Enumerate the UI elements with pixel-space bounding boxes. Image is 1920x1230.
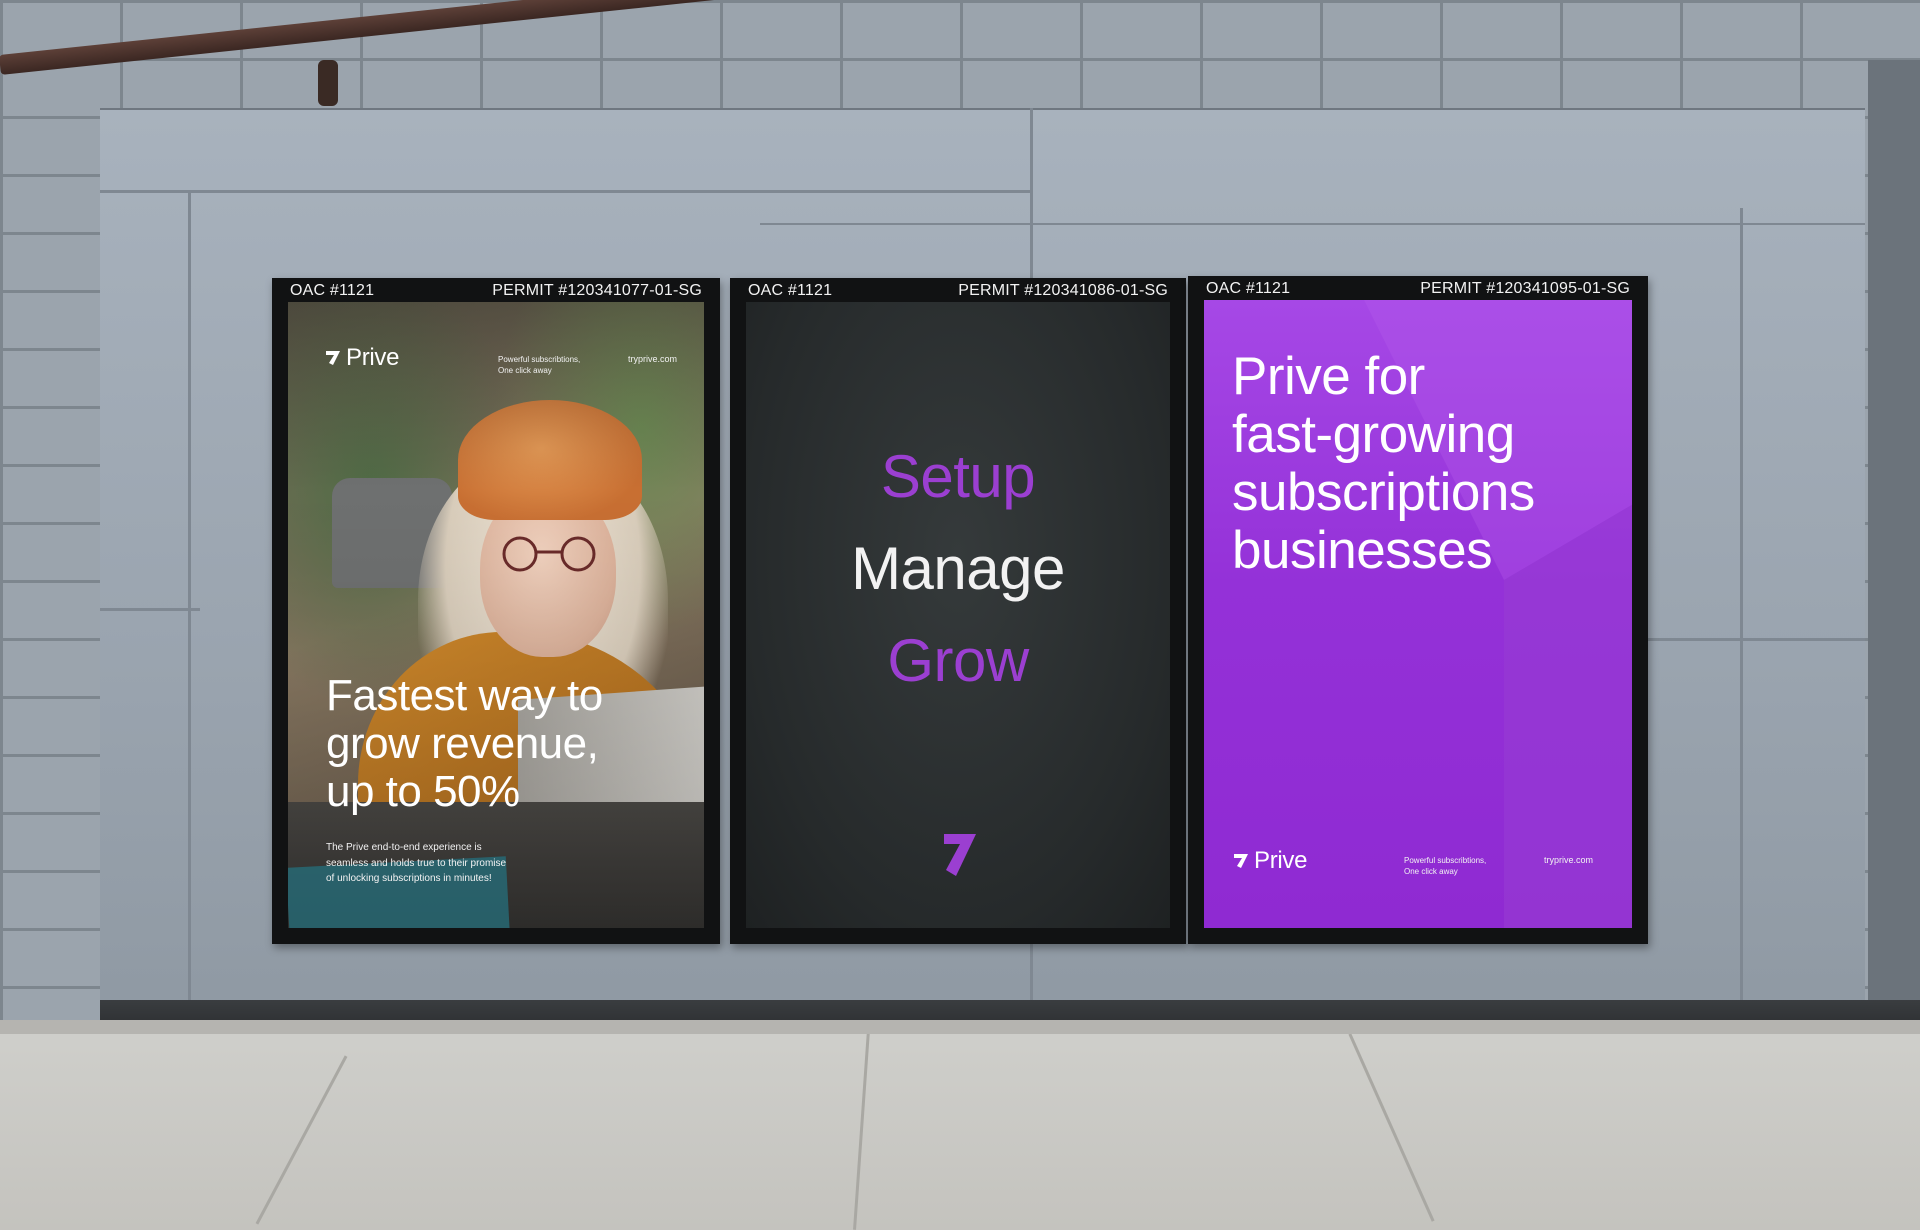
sidewalk-joint bbox=[1348, 1033, 1435, 1222]
brand-tagline: Powerful subscribtions, One click away bbox=[1404, 855, 1486, 877]
brand-name: Prive bbox=[1254, 847, 1308, 874]
headline-line: Prive for bbox=[1232, 347, 1425, 406]
poster-body-text: The Prive end-to-end experience is seaml… bbox=[326, 840, 556, 887]
body-line: of unlocking subscriptions in minutes! bbox=[326, 873, 492, 884]
prive-arrow-icon bbox=[944, 834, 976, 876]
oac-label: OAC #1121 bbox=[748, 282, 833, 299]
sidewalk bbox=[0, 1025, 1920, 1230]
website-url: tryprive.com bbox=[628, 354, 678, 364]
photo-shade bbox=[288, 302, 704, 928]
brand-tagline: Powerful subscribtions, One click away bbox=[498, 354, 580, 376]
permit-row: OAC #1121 PERMIT #120341086-01-SG bbox=[730, 282, 1186, 300]
poster-purple: Prive for fast-growing subscriptions bus… bbox=[1204, 300, 1632, 928]
tagline-line: One click away bbox=[1404, 867, 1458, 876]
board-seam bbox=[760, 223, 1865, 225]
pipe-bracket bbox=[318, 60, 338, 106]
prive-arrow-icon bbox=[326, 351, 340, 365]
poster-headline: Prive for fast-growing subscriptions bus… bbox=[1232, 348, 1592, 580]
curb bbox=[0, 1020, 1920, 1034]
headline-line: fast-growing bbox=[1232, 405, 1515, 464]
permit-row: OAC #1121 PERMIT #120341077-01-SG bbox=[272, 282, 720, 300]
tagline-line: Powerful subscribtions, bbox=[498, 355, 581, 364]
poster-frame-2: OAC #1121 PERMIT #120341086-01-SG Setup … bbox=[730, 278, 1186, 944]
headline-line: Fastest way to bbox=[326, 671, 603, 720]
tagline-line: One click away bbox=[498, 366, 552, 375]
word-setup: Setup bbox=[880, 443, 1036, 510]
poster-dark: Setup Manage Grow bbox=[746, 302, 1170, 928]
side-panel bbox=[1868, 60, 1920, 1050]
street-scene: OAC #1121 PERMIT #120341077-01-SG Prive … bbox=[0, 0, 1920, 1230]
poster-frame-3: OAC #1121 PERMIT #120341095-01-SG Prive … bbox=[1188, 276, 1648, 944]
prive-arrow-icon bbox=[1234, 854, 1248, 868]
board-seam bbox=[100, 190, 1030, 193]
headline-line: up to 50% bbox=[326, 767, 520, 816]
permit-row: OAC #1121 PERMIT #120341095-01-SG bbox=[1188, 280, 1648, 298]
board-seam bbox=[1640, 638, 1865, 641]
word-manage: Manage bbox=[851, 535, 1065, 602]
brand-name: Prive bbox=[346, 344, 400, 371]
poster-headline: Fastest way to grow revenue, up to 50% bbox=[326, 672, 646, 816]
oac-label: OAC #1121 bbox=[290, 282, 375, 299]
permit-label: PERMIT #120341086-01-SG bbox=[958, 282, 1168, 299]
permit-label: PERMIT #120341077-01-SG bbox=[492, 282, 702, 299]
oac-label: OAC #1121 bbox=[1206, 280, 1291, 297]
headline-line: subscriptions bbox=[1232, 463, 1535, 522]
tagline-line: Powerful subscribtions, bbox=[1404, 856, 1487, 865]
sidewalk-joint bbox=[853, 1030, 870, 1230]
permit-label: PERMIT #120341095-01-SG bbox=[1420, 280, 1630, 297]
brand-logo: Prive bbox=[324, 344, 399, 372]
brand-logo: Prive bbox=[1232, 847, 1307, 875]
website-url: tryprive.com bbox=[1544, 855, 1594, 865]
word-grow: Grow bbox=[887, 627, 1029, 694]
board-seam bbox=[100, 608, 200, 611]
headline-line: businesses bbox=[1232, 521, 1493, 580]
poster-frame-1: OAC #1121 PERMIT #120341077-01-SG Prive … bbox=[272, 278, 720, 944]
poster-photo: Prive Powerful subscribtions, One click … bbox=[288, 302, 704, 928]
sidewalk-joint bbox=[255, 1055, 348, 1225]
headline-line: grow revenue, bbox=[326, 719, 599, 768]
board-seam bbox=[1740, 208, 1743, 1026]
body-line: seamless and holds true to their promise bbox=[326, 857, 507, 869]
body-line: The Prive end-to-end experience is bbox=[326, 842, 482, 853]
